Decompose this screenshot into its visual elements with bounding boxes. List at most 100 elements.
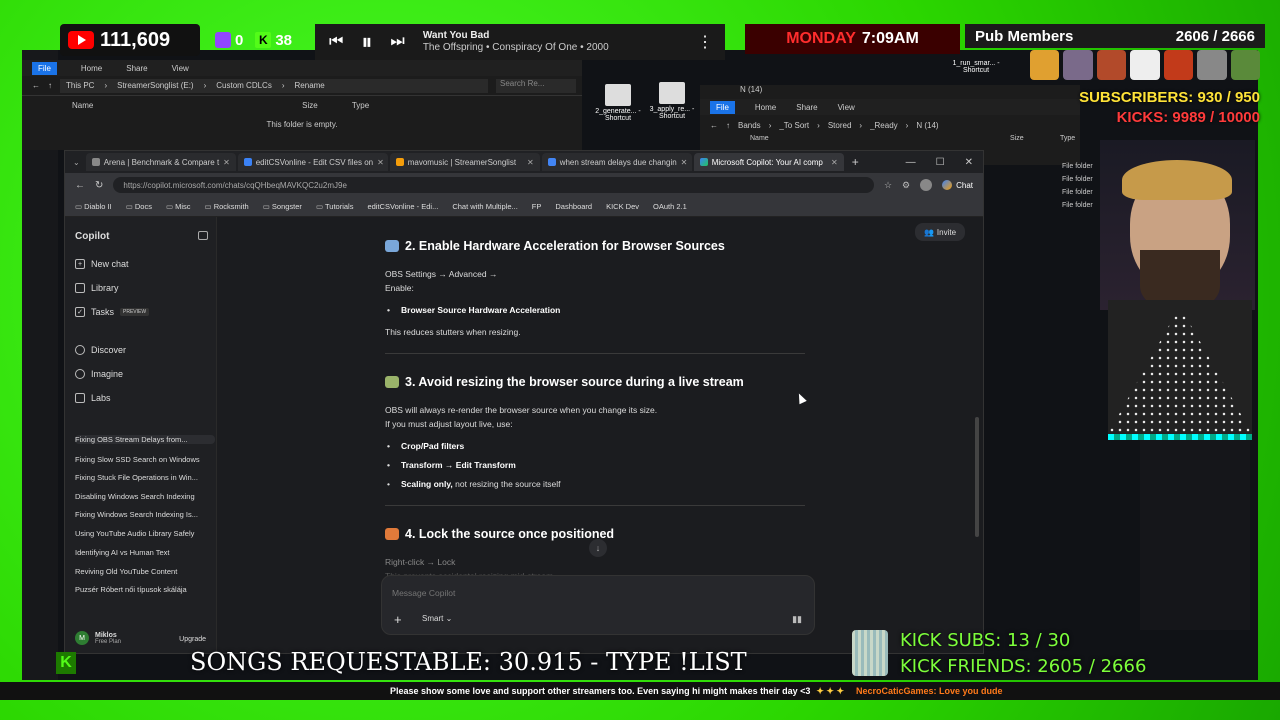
explorer-view-menu[interactable]: View (838, 103, 855, 112)
tab-list-icon[interactable]: ⌄ (73, 158, 80, 167)
pause-icon[interactable]: ⏸ (361, 29, 372, 55)
explorer-address-bar[interactable]: ← ↑ Bands › _To Sort › Stored › _Ready › N (… (700, 115, 1080, 135)
scrollbar[interactable] (975, 417, 979, 537)
close-tab-icon[interactable]: ✕ (681, 158, 688, 167)
path-segment[interactable]: This PC (66, 81, 94, 90)
star-icon[interactable]: ☆ (884, 180, 892, 191)
bookmark-kick-dev[interactable]: KICK Dev (606, 202, 639, 211)
history-item[interactable]: Using YouTube Audio Library Safely (75, 529, 215, 538)
bookmark-fp[interactable]: FP (532, 202, 542, 211)
up-arrow-icon[interactable]: ↑ (48, 81, 52, 90)
history-item[interactable]: Disabling Windows Search Indexing (75, 492, 215, 501)
sidebar-item-tasks[interactable]: ✓ Tasks PREVIEW (75, 307, 150, 317)
bookmark-rocksmith[interactable]: Rocksmith (205, 202, 249, 211)
previous-track-icon[interactable]: ⏮ (329, 33, 343, 51)
back-arrow-icon[interactable]: ← (710, 121, 718, 130)
explorer-home-menu[interactable]: Home (81, 64, 102, 73)
explorer-file-menu[interactable]: File (32, 61, 57, 75)
close-tab-icon[interactable]: ✕ (527, 158, 534, 167)
extensions-icon[interactable]: ⚙ (902, 180, 910, 191)
path-segment[interactable]: Rename (295, 81, 325, 90)
path-segment[interactable]: Bands (738, 121, 761, 130)
bookmark-dashboard[interactable]: Dashboard (555, 202, 592, 211)
profile-avatar[interactable] (920, 179, 933, 191)
path-segment[interactable]: Custom CDLCs (216, 81, 272, 90)
close-tab-icon[interactable]: ✕ (223, 158, 230, 167)
path-segment[interactable]: _Ready (870, 121, 898, 130)
sidebar-item-new-chat[interactable]: + New chat (75, 259, 129, 269)
url-input[interactable]: https://copilot.microsoft.com/chats/cqQH… (113, 177, 874, 193)
bookmark-diablo[interactable]: Diablo II (75, 202, 112, 211)
bookmark-chat-multiple[interactable]: Chat with Multiple... (452, 202, 517, 211)
tab-arena[interactable]: Arena | Benchmark & Compare t ✕ (85, 153, 236, 171)
back-arrow-icon[interactable]: ← (32, 81, 40, 90)
explorer-search-input[interactable]: Search Re... (496, 78, 576, 93)
sidebar-toggle-icon[interactable] (198, 231, 208, 240)
path-segment[interactable]: StreamerSonglist (E:) (117, 81, 193, 90)
desktop-shortcut[interactable]: 1_run_smar... - Shortcut (952, 60, 1000, 74)
minimize-icon[interactable]: — (906, 157, 916, 168)
tab-editcsv[interactable]: editCSVonline - Edit CSV files on ✕ (237, 153, 388, 171)
explorer-address-bar[interactable]: This PC › StreamerSonglist (E:) › Custom C… (60, 78, 488, 93)
desktop-shortcut[interactable]: 2_generate... - Shortcut (594, 84, 642, 122)
refresh-icon[interactable]: ↻ (95, 180, 103, 191)
bookmark-editcsv[interactable]: editCSVonline - Edi... (367, 202, 438, 211)
sidebar-item-library[interactable]: Library (75, 283, 119, 293)
attach-plus-icon[interactable]: + (394, 612, 402, 627)
copilot-chat-button[interactable]: Chat (942, 180, 973, 190)
history-label: Using YouTube Audio Library Safely (75, 529, 195, 538)
more-icon[interactable]: ⋮ (697, 32, 713, 52)
column-size[interactable]: Size (302, 101, 352, 110)
explorer-file-menu[interactable]: File (710, 100, 735, 114)
history-item[interactable]: Puzsér Róbert női típusok skálája (75, 585, 215, 594)
history-item[interactable]: Reviving Old YouTube Content (75, 567, 215, 576)
bookmark-tutorials[interactable]: Tutorials (316, 202, 353, 211)
track-artist: The Offspring • Conspiracy Of One • 2000 (422, 42, 609, 53)
history-item[interactable]: Fixing Slow SSD Search on Windows (75, 455, 215, 464)
bookmark-docs[interactable]: Docs (126, 202, 152, 211)
column-name[interactable]: Name (72, 101, 302, 110)
sidebar-item-imagine[interactable]: Imagine (75, 369, 123, 379)
column-type[interactable]: Type (352, 101, 582, 110)
mode-selector[interactable]: Smart ⌄ (422, 614, 452, 623)
path-segment[interactable]: N (14) (916, 121, 938, 130)
sidebar-item-labs[interactable]: Labs (75, 393, 111, 403)
up-arrow-icon[interactable]: ↑ (726, 121, 730, 130)
ticker-chat-message: NecroCaticGames: Love you dude (856, 686, 1003, 696)
upgrade-button[interactable]: Upgrade (179, 636, 206, 643)
history-item[interactable]: Fixing OBS Stream Delays from... (75, 435, 215, 444)
path-segment[interactable]: _To Sort (779, 121, 809, 130)
sidebar-item-discover[interactable]: Discover (75, 345, 126, 355)
column-size[interactable]: Size (1010, 135, 1060, 142)
scroll-down-button[interactable]: ↓ (589, 539, 607, 557)
tab-copilot[interactable]: Microsoft Copilot: Your AI comp ✕ (693, 153, 844, 171)
history-item[interactable]: Identifying AI vs Human Text (75, 548, 215, 557)
close-tab-icon[interactable]: ✕ (831, 158, 838, 167)
path-segment[interactable]: Stored (828, 121, 852, 130)
column-type[interactable]: Type (1060, 135, 1075, 142)
explorer-home-menu[interactable]: Home (755, 103, 776, 112)
history-item[interactable]: Fixing Windows Search Indexing Is... (75, 510, 215, 519)
history-item[interactable]: Fixing Stuck File Operations in Win... (75, 473, 215, 482)
tab-streamersonglist[interactable]: mavomusic | StreamerSonglist ✕ (389, 153, 540, 171)
next-track-icon[interactable]: ⏭ (390, 33, 404, 51)
explorer-share-menu[interactable]: Share (126, 64, 147, 73)
close-tab-icon[interactable]: ✕ (377, 158, 384, 167)
column-name[interactable]: Name (750, 135, 1010, 142)
message-input[interactable] (392, 586, 772, 600)
maximize-icon[interactable]: ☐ (936, 157, 945, 168)
voice-icon[interactable]: ▮▮ (792, 614, 802, 625)
desktop-shortcut[interactable]: 3_apply_re... - Shortcut (648, 82, 696, 120)
explorer-share-menu[interactable]: Share (796, 103, 817, 112)
arrow-down-icon: ↓ (595, 543, 601, 553)
explorer-view-menu[interactable]: View (172, 64, 189, 73)
user-profile[interactable]: M Miklos Free Plan (75, 631, 121, 645)
bookmark-oauth[interactable]: OAuth 2.1 (653, 202, 687, 211)
back-icon[interactable]: ← (75, 180, 85, 191)
tab-search[interactable]: when stream delays due changin ✕ (541, 153, 692, 171)
bookmark-songster[interactable]: Songster (263, 202, 302, 211)
invite-button[interactable]: 👥 Invite (915, 223, 965, 241)
bookmark-misc[interactable]: Misc (166, 202, 190, 211)
close-icon[interactable]: ✕ (965, 157, 973, 168)
new-tab-icon[interactable]: + (852, 155, 859, 169)
